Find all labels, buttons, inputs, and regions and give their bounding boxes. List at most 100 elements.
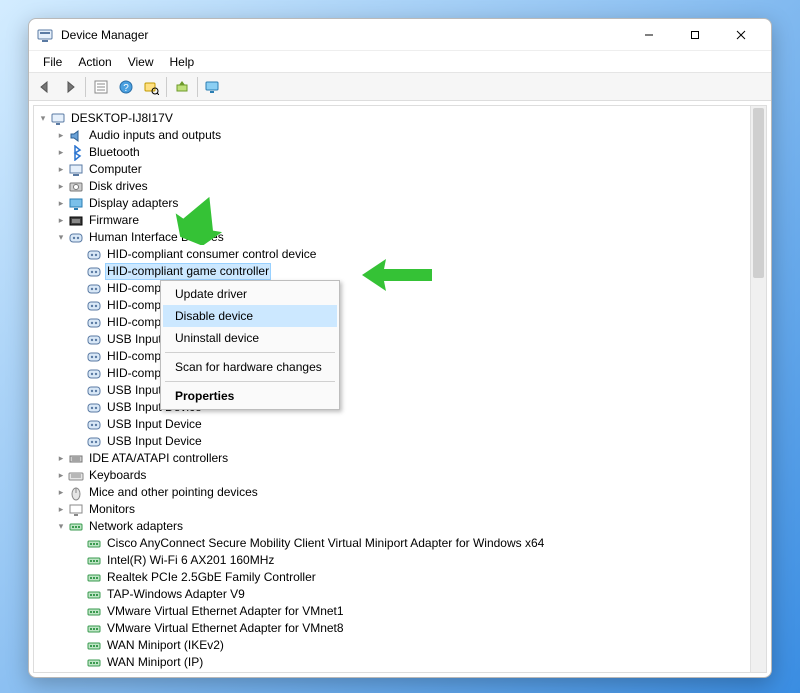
device-tree[interactable]: ▾ DESKTOP-IJ8I17V▸Audio inputs and output… <box>34 106 766 672</box>
help-button[interactable]: ? <box>114 75 138 99</box>
network-device-2-icon <box>86 570 102 586</box>
category-disk-drives-label: Disk drives <box>87 178 150 195</box>
root-computer-label: DESKTOP-IJ8I17V <box>69 110 175 127</box>
update-driver-button[interactable] <box>170 75 194 99</box>
menu-view[interactable]: View <box>120 53 162 71</box>
expand-chevron[interactable]: ▸ <box>54 450 68 467</box>
minimize-button[interactable] <box>627 21 671 49</box>
hid-device-3[interactable]: ▸HID-compliant system controller <box>36 297 764 314</box>
expand-chevron[interactable]: ▾ <box>54 518 68 535</box>
expand-chevron[interactable]: ▸ <box>54 484 68 501</box>
expand-chevron[interactable]: ▾ <box>36 110 50 127</box>
category-mice-icon <box>68 485 84 501</box>
network-device-2[interactable]: ▸Realtek PCIe 2.5GbE Family Controller <box>36 569 764 586</box>
category-network[interactable]: ▾Network adapters <box>36 518 764 535</box>
network-device-3-icon <box>86 587 102 603</box>
client-area: ▾ DESKTOP-IJ8I17V▸Audio inputs and output… <box>33 105 767 673</box>
category-disk-drives[interactable]: ▸ Disk drives <box>36 178 764 195</box>
category-computer[interactable]: ▸Computer <box>36 161 764 178</box>
network-device-8[interactable]: ▸WAN Miniport (IPv6) <box>36 671 764 672</box>
hid-device-9[interactable]: ▸USB Input Device <box>36 399 764 416</box>
ctx-scan-hardware[interactable]: Scan for hardware changes <box>163 356 337 378</box>
ctx-separator <box>165 352 335 353</box>
expand-chevron[interactable]: ▸ <box>54 501 68 518</box>
category-bluetooth-icon <box>68 145 84 161</box>
hid-device-4[interactable]: ▸HID-compliant vendor-defined device <box>36 314 764 331</box>
network-device-7[interactable]: ▸WAN Miniport (IP) <box>36 654 764 671</box>
network-device-0[interactable]: ▸Cisco AnyConnect Secure Mobility Client… <box>36 535 764 552</box>
close-button[interactable] <box>719 21 763 49</box>
network-device-4[interactable]: ▸VMware Virtual Ethernet Adapter for VMn… <box>36 603 764 620</box>
category-ide[interactable]: ▸IDE ATA/ATAPI controllers <box>36 450 764 467</box>
hid-device-8-icon <box>86 383 102 399</box>
category-keyboards[interactable]: ▸Keyboards <box>36 467 764 484</box>
network-device-5-icon <box>86 621 102 637</box>
ctx-properties[interactable]: Properties <box>163 385 337 407</box>
hid-device-7[interactable]: ▸HID-compliant vendor-defined device <box>36 365 764 382</box>
network-device-0-label: Cisco AnyConnect Secure Mobility Client … <box>105 535 546 552</box>
category-display-adapters[interactable]: ▸Display adapters <box>36 195 764 212</box>
expand-chevron[interactable]: ▸ <box>54 144 68 161</box>
category-mice[interactable]: ▸Mice and other pointing devices <box>36 484 764 501</box>
network-device-1[interactable]: ▸Intel(R) Wi-Fi 6 AX201 160MHz <box>36 552 764 569</box>
hid-device-10-icon <box>86 417 102 433</box>
network-device-1-label: Intel(R) Wi-Fi 6 AX201 160MHz <box>105 552 276 569</box>
expand-chevron[interactable]: ▸ <box>54 127 68 144</box>
category-ide-icon <box>68 451 84 467</box>
network-device-8-label: WAN Miniport (IPv6) <box>105 671 218 672</box>
network-device-5[interactable]: ▸VMware Virtual Ethernet Adapter for VMn… <box>36 620 764 637</box>
titlebar[interactable]: Device Manager <box>29 19 771 51</box>
properties-button[interactable] <box>89 75 113 99</box>
expand-chevron[interactable]: ▸ <box>54 212 68 229</box>
category-hid-icon <box>68 230 84 246</box>
hid-device-10[interactable]: ▸USB Input Device <box>36 416 764 433</box>
context-menu: Update driver Disable device Uninstall d… <box>160 280 340 410</box>
hid-device-11-icon <box>86 434 102 450</box>
category-audio[interactable]: ▸Audio inputs and outputs <box>36 127 764 144</box>
menu-file[interactable]: File <box>35 53 70 71</box>
ctx-uninstall-device[interactable]: Uninstall device <box>163 327 337 349</box>
back-button[interactable] <box>33 75 57 99</box>
hid-device-8[interactable]: ▸USB Input Device <box>36 382 764 399</box>
menu-action[interactable]: Action <box>70 53 119 71</box>
svg-text:?: ? <box>123 83 129 94</box>
root-computer[interactable]: ▾ DESKTOP-IJ8I17V <box>36 110 764 127</box>
category-bluetooth[interactable]: ▸ Bluetooth <box>36 144 764 161</box>
expand-chevron[interactable]: ▸ <box>54 161 68 178</box>
network-device-6[interactable]: ▸WAN Miniport (IKEv2) <box>36 637 764 654</box>
hid-device-7-icon <box>86 366 102 382</box>
maximize-button[interactable] <box>673 21 717 49</box>
hid-device-3-icon <box>86 298 102 314</box>
expand-chevron[interactable]: ▸ <box>54 178 68 195</box>
network-device-3[interactable]: ▸TAP-Windows Adapter V9 <box>36 586 764 603</box>
expand-chevron[interactable]: ▾ <box>54 229 68 246</box>
hid-device-5[interactable]: ▸USB Input Device <box>36 331 764 348</box>
show-devices-button[interactable] <box>201 75 225 99</box>
category-computer-icon <box>68 162 84 178</box>
toolbar: ? <box>29 73 771 101</box>
annotation-arrow-2 <box>362 255 432 295</box>
scan-hardware-button[interactable] <box>139 75 163 99</box>
ctx-update-driver[interactable]: Update driver <box>163 283 337 305</box>
category-hid[interactable]: ▾Human Interface Devices <box>36 229 764 246</box>
hid-device-0-label: HID-compliant consumer control device <box>105 246 318 263</box>
network-device-6-icon <box>86 638 102 654</box>
forward-button[interactable] <box>58 75 82 99</box>
scrollbar-thumb[interactable] <box>753 108 764 278</box>
category-firmware[interactable]: ▸Firmware <box>36 212 764 229</box>
category-monitors[interactable]: ▸Monitors <box>36 501 764 518</box>
menubar: File Action View Help <box>29 51 771 73</box>
hid-device-6[interactable]: ▸HID-compliant vendor-defined device <box>36 348 764 365</box>
menu-help[interactable]: Help <box>162 53 203 71</box>
hid-device-11[interactable]: ▸USB Input Device <box>36 433 764 450</box>
network-device-7-icon <box>86 655 102 671</box>
expand-chevron[interactable]: ▸ <box>54 195 68 212</box>
category-bluetooth-label: Bluetooth <box>87 144 142 161</box>
expand-chevron[interactable]: ▸ <box>54 467 68 484</box>
toolbar-separator <box>197 77 198 97</box>
category-monitors-icon <box>68 502 84 518</box>
scrollbar[interactable] <box>750 106 766 672</box>
network-device-7-label: WAN Miniport (IP) <box>105 654 205 671</box>
ctx-disable-device[interactable]: Disable device <box>163 305 337 327</box>
toolbar-separator <box>166 77 167 97</box>
